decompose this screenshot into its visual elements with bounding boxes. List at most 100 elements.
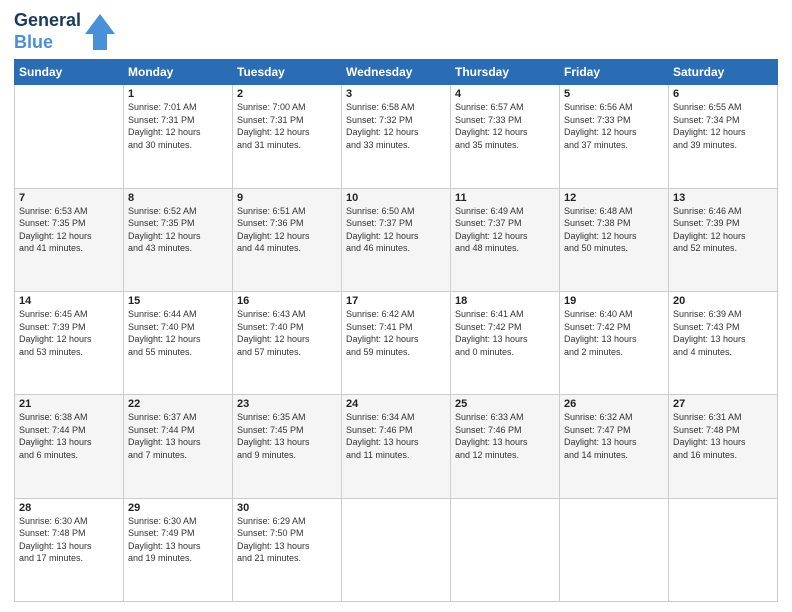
calendar-cell: 2Sunrise: 7:00 AM Sunset: 7:31 PM Daylig… [233, 85, 342, 188]
calendar-cell: 20Sunrise: 6:39 AM Sunset: 7:43 PM Dayli… [669, 291, 778, 394]
day-info: Sunrise: 6:33 AM Sunset: 7:46 PM Dayligh… [455, 411, 555, 461]
day-number: 14 [19, 295, 119, 307]
logo-line1: General [14, 10, 81, 32]
calendar-cell: 7Sunrise: 6:53 AM Sunset: 7:35 PM Daylig… [15, 188, 124, 291]
week-row-4: 21Sunrise: 6:38 AM Sunset: 7:44 PM Dayli… [15, 395, 778, 498]
day-number: 4 [455, 88, 555, 100]
day-number: 15 [128, 295, 228, 307]
day-info: Sunrise: 6:32 AM Sunset: 7:47 PM Dayligh… [564, 411, 664, 461]
day-info: Sunrise: 6:46 AM Sunset: 7:39 PM Dayligh… [673, 205, 773, 255]
day-info: Sunrise: 6:40 AM Sunset: 7:42 PM Dayligh… [564, 308, 664, 358]
calendar-table: SundayMondayTuesdayWednesdayThursdayFrid… [14, 59, 778, 602]
calendar-cell [15, 85, 124, 188]
day-info: Sunrise: 6:55 AM Sunset: 7:34 PM Dayligh… [673, 101, 773, 151]
page: GeneralBlue SundayMondayTuesdayWednesday… [0, 0, 792, 612]
day-info: Sunrise: 7:00 AM Sunset: 7:31 PM Dayligh… [237, 101, 337, 151]
calendar-cell [451, 498, 560, 601]
day-number: 8 [128, 192, 228, 204]
weekday-header-saturday: Saturday [669, 60, 778, 85]
calendar-cell: 22Sunrise: 6:37 AM Sunset: 7:44 PM Dayli… [124, 395, 233, 498]
day-number: 28 [19, 502, 119, 514]
calendar-cell [669, 498, 778, 601]
day-info: Sunrise: 6:49 AM Sunset: 7:37 PM Dayligh… [455, 205, 555, 255]
calendar-cell: 4Sunrise: 6:57 AM Sunset: 7:33 PM Daylig… [451, 85, 560, 188]
calendar-cell: 9Sunrise: 6:51 AM Sunset: 7:36 PM Daylig… [233, 188, 342, 291]
day-number: 22 [128, 398, 228, 410]
day-info: Sunrise: 6:58 AM Sunset: 7:32 PM Dayligh… [346, 101, 446, 151]
calendar-cell: 23Sunrise: 6:35 AM Sunset: 7:45 PM Dayli… [233, 395, 342, 498]
day-info: Sunrise: 6:38 AM Sunset: 7:44 PM Dayligh… [19, 411, 119, 461]
calendar-cell: 26Sunrise: 6:32 AM Sunset: 7:47 PM Dayli… [560, 395, 669, 498]
header: GeneralBlue [14, 10, 778, 53]
calendar-cell: 12Sunrise: 6:48 AM Sunset: 7:38 PM Dayli… [560, 188, 669, 291]
calendar-cell: 30Sunrise: 6:29 AM Sunset: 7:50 PM Dayli… [233, 498, 342, 601]
day-number: 27 [673, 398, 773, 410]
day-info: Sunrise: 6:39 AM Sunset: 7:43 PM Dayligh… [673, 308, 773, 358]
day-info: Sunrise: 6:50 AM Sunset: 7:37 PM Dayligh… [346, 205, 446, 255]
calendar-cell: 28Sunrise: 6:30 AM Sunset: 7:48 PM Dayli… [15, 498, 124, 601]
day-number: 7 [19, 192, 119, 204]
day-number: 25 [455, 398, 555, 410]
calendar-cell: 1Sunrise: 7:01 AM Sunset: 7:31 PM Daylig… [124, 85, 233, 188]
day-number: 10 [346, 192, 446, 204]
day-info: Sunrise: 6:48 AM Sunset: 7:38 PM Dayligh… [564, 205, 664, 255]
week-row-5: 28Sunrise: 6:30 AM Sunset: 7:48 PM Dayli… [15, 498, 778, 601]
day-info: Sunrise: 6:45 AM Sunset: 7:39 PM Dayligh… [19, 308, 119, 358]
calendar-cell: 8Sunrise: 6:52 AM Sunset: 7:35 PM Daylig… [124, 188, 233, 291]
calendar-cell [560, 498, 669, 601]
day-number: 5 [564, 88, 664, 100]
day-number: 26 [564, 398, 664, 410]
calendar-cell: 15Sunrise: 6:44 AM Sunset: 7:40 PM Dayli… [124, 291, 233, 394]
week-row-1: 1Sunrise: 7:01 AM Sunset: 7:31 PM Daylig… [15, 85, 778, 188]
day-info: Sunrise: 6:30 AM Sunset: 7:49 PM Dayligh… [128, 515, 228, 565]
calendar-cell: 10Sunrise: 6:50 AM Sunset: 7:37 PM Dayli… [342, 188, 451, 291]
logo-icon [85, 14, 115, 50]
day-info: Sunrise: 6:41 AM Sunset: 7:42 PM Dayligh… [455, 308, 555, 358]
weekday-header-monday: Monday [124, 60, 233, 85]
day-number: 19 [564, 295, 664, 307]
day-info: Sunrise: 6:56 AM Sunset: 7:33 PM Dayligh… [564, 101, 664, 151]
weekday-header-row: SundayMondayTuesdayWednesdayThursdayFrid… [15, 60, 778, 85]
calendar-cell: 25Sunrise: 6:33 AM Sunset: 7:46 PM Dayli… [451, 395, 560, 498]
calendar-cell: 14Sunrise: 6:45 AM Sunset: 7:39 PM Dayli… [15, 291, 124, 394]
day-info: Sunrise: 6:51 AM Sunset: 7:36 PM Dayligh… [237, 205, 337, 255]
day-info: Sunrise: 6:52 AM Sunset: 7:35 PM Dayligh… [128, 205, 228, 255]
day-info: Sunrise: 6:37 AM Sunset: 7:44 PM Dayligh… [128, 411, 228, 461]
calendar-cell: 29Sunrise: 6:30 AM Sunset: 7:49 PM Dayli… [124, 498, 233, 601]
day-number: 16 [237, 295, 337, 307]
calendar-cell: 19Sunrise: 6:40 AM Sunset: 7:42 PM Dayli… [560, 291, 669, 394]
day-info: Sunrise: 6:31 AM Sunset: 7:48 PM Dayligh… [673, 411, 773, 461]
weekday-header-tuesday: Tuesday [233, 60, 342, 85]
day-number: 11 [455, 192, 555, 204]
calendar-cell: 3Sunrise: 6:58 AM Sunset: 7:32 PM Daylig… [342, 85, 451, 188]
weekday-header-wednesday: Wednesday [342, 60, 451, 85]
day-info: Sunrise: 6:57 AM Sunset: 7:33 PM Dayligh… [455, 101, 555, 151]
day-number: 2 [237, 88, 337, 100]
day-info: Sunrise: 6:30 AM Sunset: 7:48 PM Dayligh… [19, 515, 119, 565]
day-number: 20 [673, 295, 773, 307]
logo: GeneralBlue [14, 10, 115, 53]
calendar-cell: 13Sunrise: 6:46 AM Sunset: 7:39 PM Dayli… [669, 188, 778, 291]
day-number: 24 [346, 398, 446, 410]
calendar-cell: 24Sunrise: 6:34 AM Sunset: 7:46 PM Dayli… [342, 395, 451, 498]
day-number: 1 [128, 88, 228, 100]
logo-area: GeneralBlue [14, 10, 115, 53]
week-row-2: 7Sunrise: 6:53 AM Sunset: 7:35 PM Daylig… [15, 188, 778, 291]
day-info: Sunrise: 6:42 AM Sunset: 7:41 PM Dayligh… [346, 308, 446, 358]
weekday-header-sunday: Sunday [15, 60, 124, 85]
logo-line2: Blue [14, 32, 81, 54]
day-number: 21 [19, 398, 119, 410]
calendar-cell: 5Sunrise: 6:56 AM Sunset: 7:33 PM Daylig… [560, 85, 669, 188]
calendar-cell: 17Sunrise: 6:42 AM Sunset: 7:41 PM Dayli… [342, 291, 451, 394]
day-number: 17 [346, 295, 446, 307]
day-number: 30 [237, 502, 337, 514]
day-number: 29 [128, 502, 228, 514]
calendar-cell: 11Sunrise: 6:49 AM Sunset: 7:37 PM Dayli… [451, 188, 560, 291]
day-info: Sunrise: 6:53 AM Sunset: 7:35 PM Dayligh… [19, 205, 119, 255]
day-number: 13 [673, 192, 773, 204]
day-info: Sunrise: 6:29 AM Sunset: 7:50 PM Dayligh… [237, 515, 337, 565]
day-number: 12 [564, 192, 664, 204]
calendar-cell: 18Sunrise: 6:41 AM Sunset: 7:42 PM Dayli… [451, 291, 560, 394]
day-info: Sunrise: 6:35 AM Sunset: 7:45 PM Dayligh… [237, 411, 337, 461]
weekday-header-friday: Friday [560, 60, 669, 85]
